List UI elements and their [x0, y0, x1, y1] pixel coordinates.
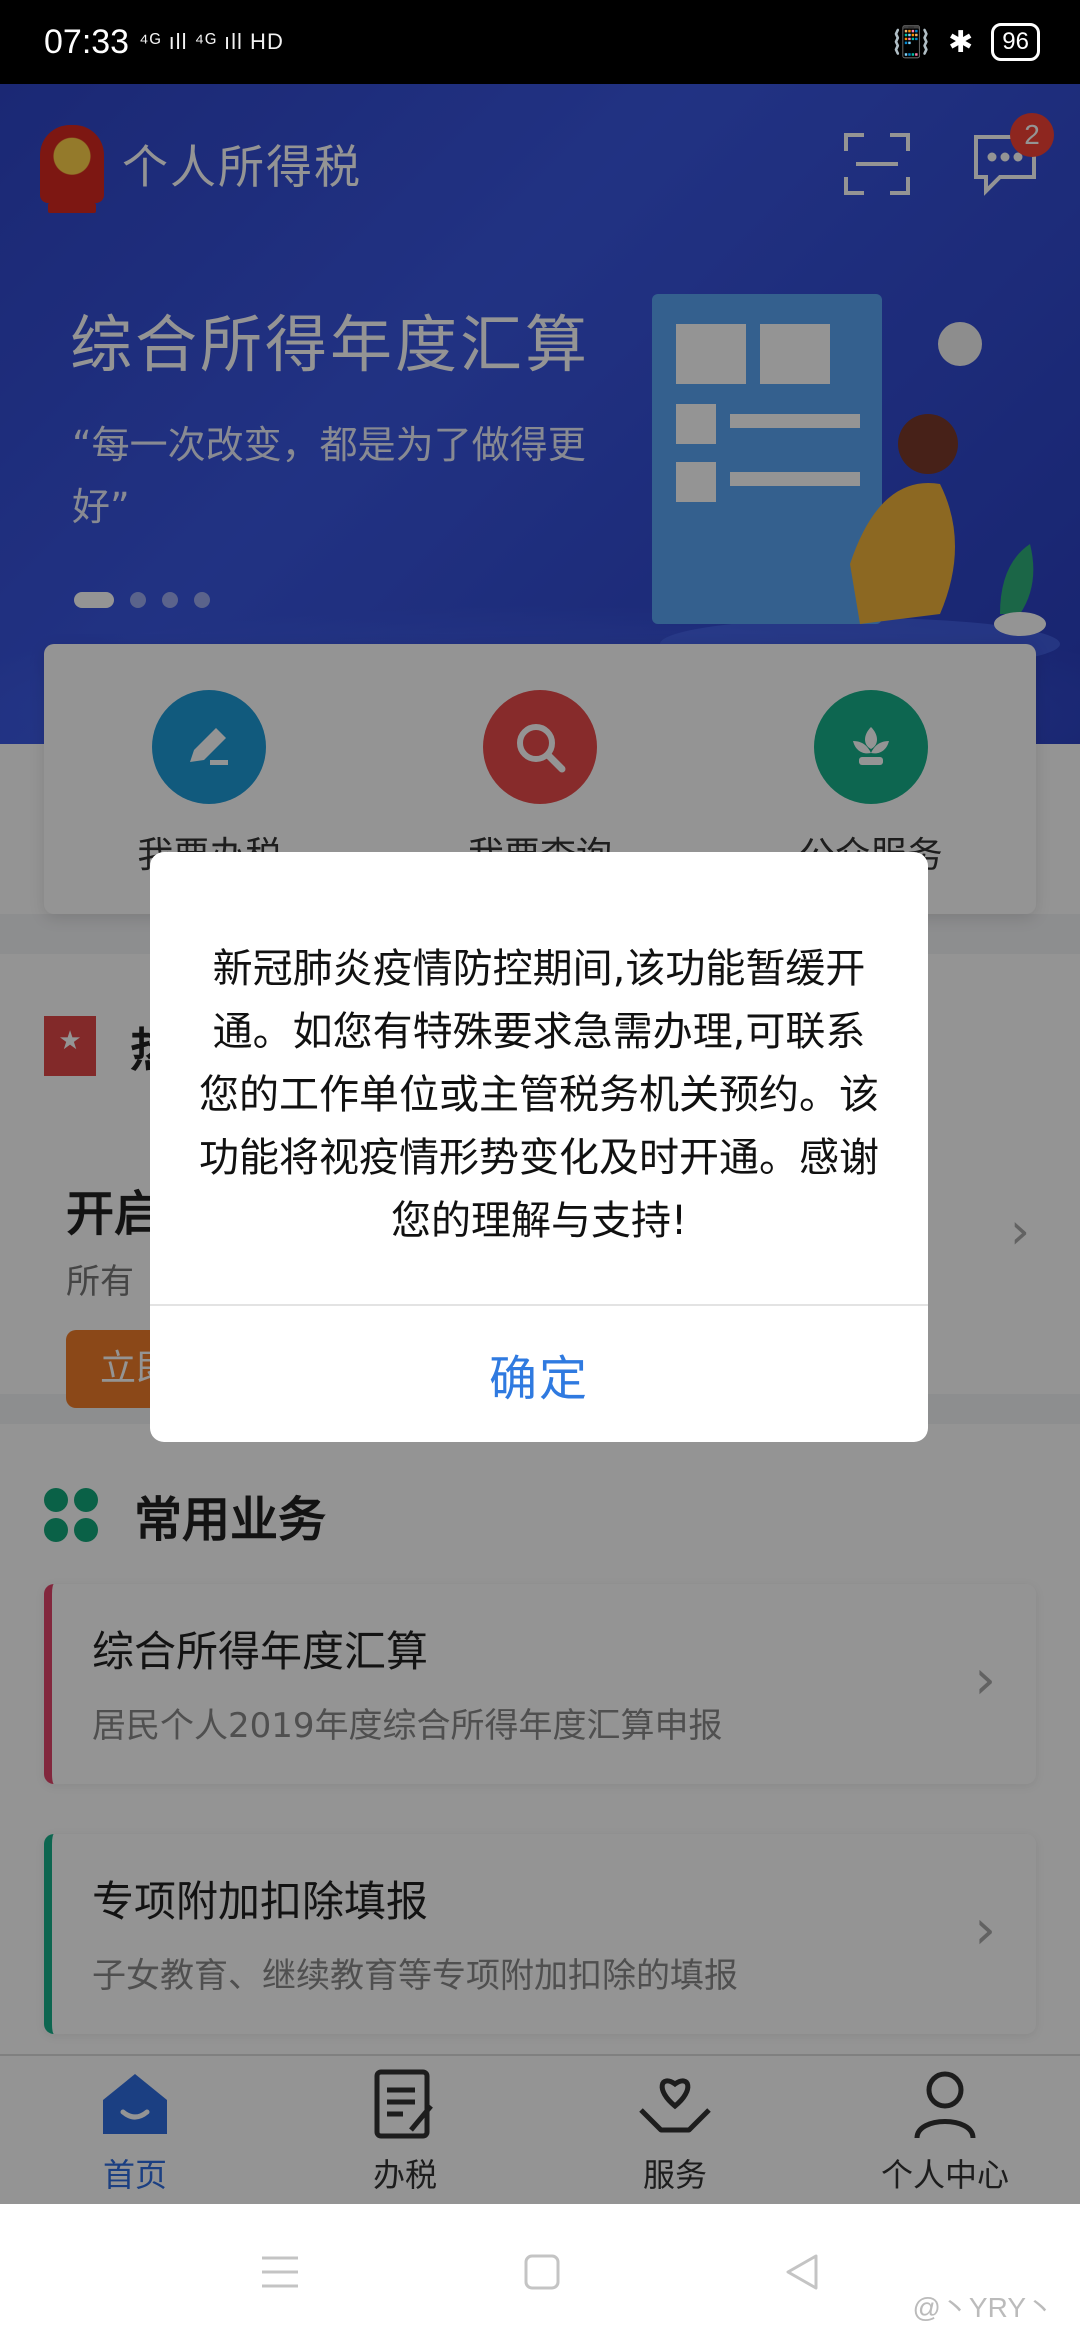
status-left: 07:33 ⁴ᴳ ıll ⁴ᴳ ıll HD [44, 23, 284, 62]
back-icon[interactable] [782, 2252, 822, 2292]
system-navigation-bar: @丶YRY丶 [0, 2204, 1080, 2340]
status-right: 📳 ✱ 96 [893, 23, 1040, 61]
dialog-message: 新冠肺炎疫情防控期间,该功能暂缓开通。如您有特殊要求急需办理,可联系您的工作单位… [199, 946, 879, 1244]
status-time: 07:33 [44, 22, 130, 61]
bluetooth-icon: ✱ [948, 25, 974, 59]
watermark: @丶YRY丶 [912, 2292, 1055, 2323]
status-bar: 07:33 ⁴ᴳ ıll ⁴ᴳ ıll HD 📳 ✱ 96 [0, 0, 1080, 84]
battery-indicator: 96 [991, 23, 1040, 61]
signal-indicator: ⁴ᴳ ıll ⁴ᴳ ıll HD [139, 29, 284, 54]
alert-dialog: 新冠肺炎疫情防控期间,该功能暂缓开通。如您有特殊要求急需办理,可联系您的工作单位… [150, 852, 928, 1442]
home-nav-icon[interactable] [522, 2252, 562, 2292]
menu-icon[interactable] [258, 2252, 302, 2292]
confirm-button[interactable]: 确定 [150, 1306, 928, 1442]
vibrate-icon: 📳 [892, 25, 931, 59]
